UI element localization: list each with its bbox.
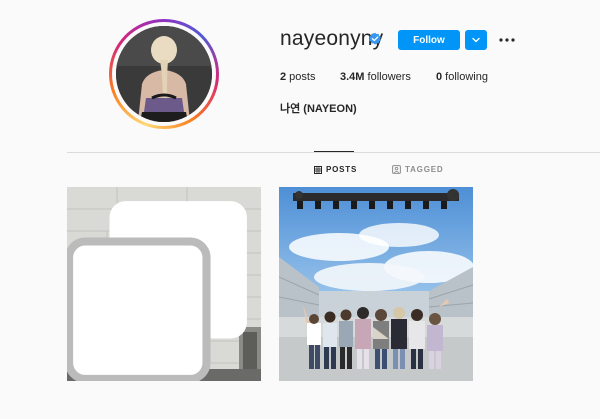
- followers-count-label: followers: [364, 71, 411, 83]
- suggested-dropdown-button[interactable]: [465, 30, 487, 50]
- chevron-down-icon: [472, 37, 480, 43]
- grid-icon: [314, 165, 322, 174]
- avatar[interactable]: [116, 26, 212, 122]
- more-dots-icon: [499, 38, 515, 42]
- more-options-button[interactable]: [498, 31, 516, 49]
- verified-badge-icon: [369, 32, 381, 45]
- tabs-divider: [67, 152, 600, 153]
- post-image-stadium: [279, 187, 473, 381]
- avatar-ring-gap: [112, 22, 216, 126]
- posts-count-label: posts: [286, 71, 316, 83]
- following-count-label: following: [442, 71, 488, 83]
- post-thumbnail[interactable]: [67, 187, 261, 381]
- followers-count-value: 3.4M: [340, 71, 365, 83]
- post-thumbnail[interactable]: [279, 187, 473, 381]
- tab-tagged[interactable]: TAGGED: [392, 165, 443, 174]
- avatar-photo: [116, 26, 212, 122]
- following-count[interactable]: 0 following: [436, 71, 488, 83]
- tab-posts[interactable]: POSTS: [314, 165, 357, 174]
- multi-image-icon: [67, 201, 247, 381]
- avatar-story-ring[interactable]: [109, 19, 219, 129]
- follow-button[interactable]: Follow: [398, 30, 460, 50]
- tab-tagged-label: TAGGED: [405, 165, 444, 174]
- tab-active-indicator: [314, 151, 354, 152]
- profile-full-name: 나연 (NAYEON): [280, 103, 357, 115]
- followers-count[interactable]: 3.4M followers: [340, 71, 411, 83]
- tab-posts-label: POSTS: [326, 165, 358, 174]
- posts-count: 2 posts: [280, 71, 315, 83]
- tag-icon: [392, 165, 401, 174]
